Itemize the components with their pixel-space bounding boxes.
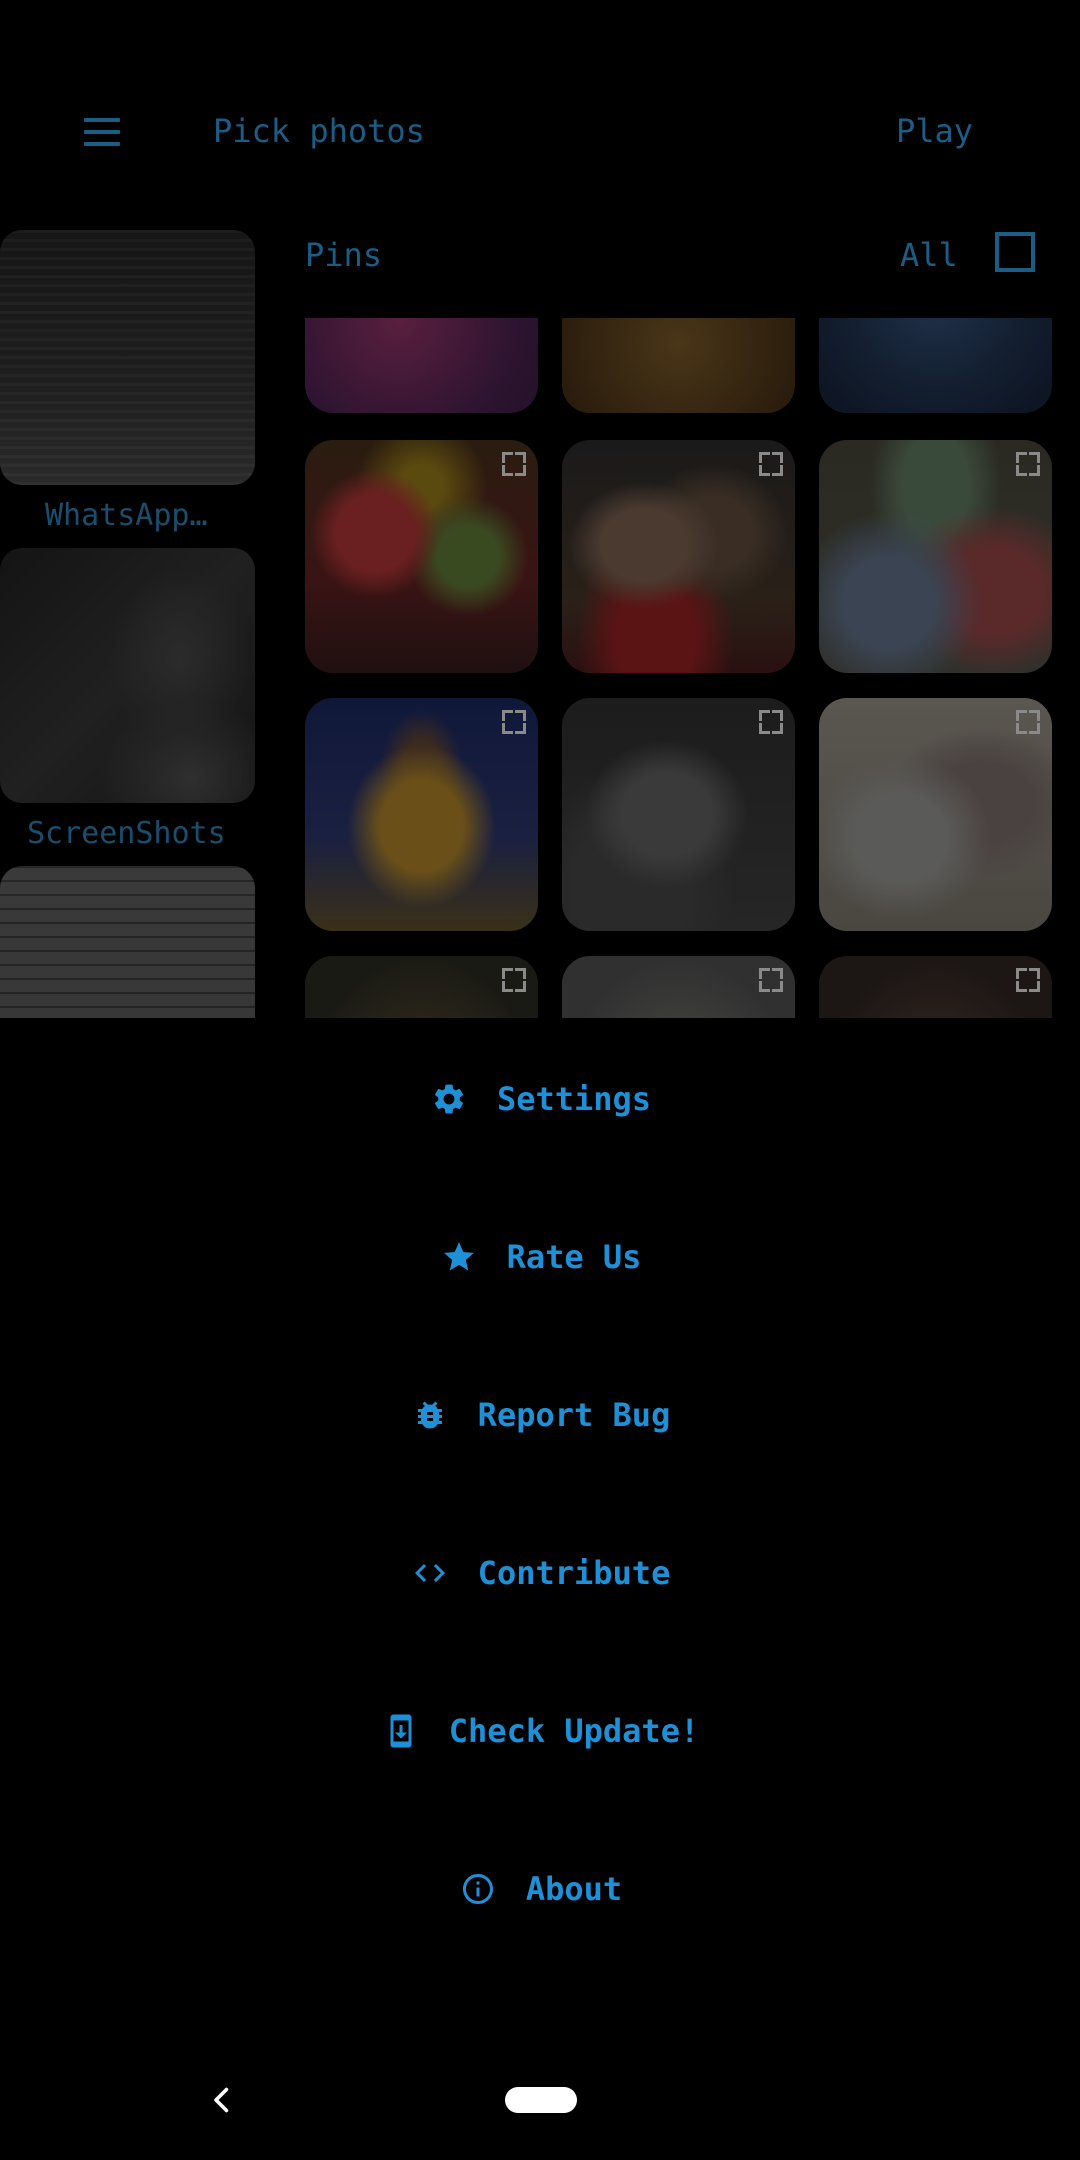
menu-item-label: About: [525, 1870, 623, 1908]
back-chevron-icon[interactable]: [204, 2082, 240, 2118]
photo-thumbnail[interactable]: [305, 440, 538, 673]
fullscreen-expand-icon[interactable]: [759, 452, 783, 476]
photo-thumbnail[interactable]: [305, 698, 538, 931]
gear-icon: [429, 1079, 469, 1119]
pins-label: Pins: [305, 236, 383, 274]
phone-download-icon: [381, 1711, 421, 1751]
photo-thumbnail[interactable]: [305, 956, 538, 1018]
select-all-checkbox[interactable]: [995, 232, 1035, 272]
photo-thumbnail[interactable]: [819, 698, 1052, 931]
fullscreen-expand-icon[interactable]: [759, 710, 783, 734]
album-whatsapp-thumbnail[interactable]: [0, 230, 255, 485]
fullscreen-expand-icon[interactable]: [502, 452, 526, 476]
home-pill-icon[interactable]: [505, 2087, 577, 2113]
menu-item-contribute[interactable]: Contribute: [0, 1518, 1080, 1628]
fullscreen-expand-icon[interactable]: [759, 968, 783, 992]
photo-thumbnail[interactable]: [819, 956, 1052, 1018]
photo-thumbnail[interactable]: [819, 318, 1052, 413]
photo-thumbnail[interactable]: [562, 440, 795, 673]
photo-thumbnail[interactable]: [819, 440, 1052, 673]
fullscreen-expand-icon[interactable]: [502, 968, 526, 992]
menu-item-rate-us[interactable]: Rate Us: [0, 1202, 1080, 1312]
page-title: Pick photos: [213, 112, 425, 150]
photo-thumbnail[interactable]: [562, 956, 795, 1018]
play-button[interactable]: Play: [896, 112, 973, 150]
menu-item-about[interactable]: About: [0, 1834, 1080, 1944]
fullscreen-expand-icon[interactable]: [1016, 968, 1040, 992]
star-icon: [439, 1237, 479, 1277]
menu-item-settings[interactable]: Settings: [0, 1044, 1080, 1154]
photo-thumbnail[interactable]: [562, 698, 795, 931]
info-icon: [458, 1869, 498, 1909]
menu-item-check-update[interactable]: Check Update!: [0, 1676, 1080, 1786]
album-label-screenshots: ScreenShots: [27, 816, 226, 851]
photo-thumbnail[interactable]: [562, 318, 795, 413]
album-screenshots-thumbnail[interactable]: [0, 548, 255, 803]
select-all-label[interactable]: All: [900, 236, 958, 274]
album-document-thumbnail[interactable]: [0, 866, 255, 1018]
album-clip: [0, 866, 255, 1018]
app-bar: Pick photos Play: [0, 0, 1080, 230]
photo-thumbnail[interactable]: [305, 318, 538, 413]
photo-grid: [300, 318, 1060, 1018]
menu-item-report-bug[interactable]: Report Bug: [0, 1360, 1080, 1470]
menu-item-label: Settings: [496, 1080, 652, 1118]
fullscreen-expand-icon[interactable]: [1016, 710, 1040, 734]
hamburger-menu-icon[interactable]: [84, 118, 120, 148]
menu-item-label: Report Bug: [477, 1396, 671, 1434]
code-icon: [410, 1553, 450, 1593]
menu-item-label: Check Update!: [448, 1712, 700, 1750]
menu-item-label: Rate Us: [506, 1238, 642, 1276]
fullscreen-expand-icon[interactable]: [1016, 452, 1040, 476]
fullscreen-expand-icon[interactable]: [502, 710, 526, 734]
bug-icon: [410, 1395, 450, 1435]
album-label-whatsapp: WhatsApp…: [45, 498, 208, 533]
menu-item-label: Contribute: [477, 1554, 671, 1592]
